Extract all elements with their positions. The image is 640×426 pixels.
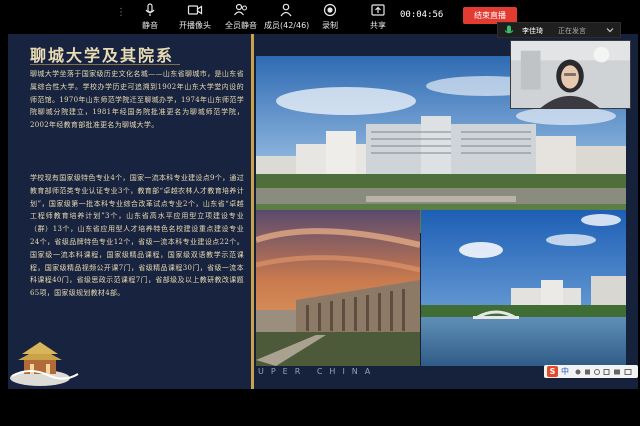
pavilion-decoration-icon [10,342,79,386]
camera-label: 开播像头 [179,21,211,30]
ime-toolbar[interactable]: S 中 [544,365,638,378]
participant-video[interactable] [510,40,631,109]
meeting-timer: 00:04:56 [400,10,444,20]
record-button[interactable]: 录制 [318,2,342,32]
slide-text-panel: 聊城大学及其院系 聊城大学坐落于国家级历史文化名城——山东省聊城市，是山东省属综… [8,34,254,389]
mute-all-button[interactable]: 全员静音 [224,2,258,32]
slide-paragraph-history: 聊城大学坐落于国家级历史文化名城——山东省聊城市，是山东省属综合性大学。学校办学… [30,70,244,130]
campus-sunset-photo [256,210,420,366]
meeting-window: ⋮ 静音 开播像头 全员静音 成员(42/46) 录制 共享 00:04:56 … [0,0,640,426]
share-icon [371,4,385,16]
campus-lake-photo [421,210,626,366]
speaker-name: 李佳琦 [522,27,543,35]
members-icon [280,3,292,17]
users-mute-icon [234,3,247,16]
members-label: 成员(42/46) [264,21,310,30]
ime-tools-icon[interactable] [574,368,636,376]
chevron-down-icon[interactable] [605,25,615,35]
speaking-microphone-icon [504,25,514,34]
slide-paragraph-programs: 学校现有国家级特色专业4个，国家一流本科专业建设点9个，通过教育部师范类专业认证… [30,174,244,298]
active-speaker-bar[interactable]: 李佳琦 正在发言 [497,22,621,38]
slide-title: 聊城大学及其院系 [30,46,175,65]
record-label: 录制 [322,21,338,30]
members-button[interactable]: 成员(42/46) [264,2,310,32]
drag-handle-icon[interactable]: ⋮ [116,8,126,23]
share-button[interactable]: 共享 [366,2,390,32]
mute-all-label: 全员静音 [225,21,257,30]
ime-logo: S [547,366,558,377]
slide-motto-text: UPER CHINA [258,367,378,376]
camera-icon [187,5,203,15]
share-label: 共享 [370,21,386,30]
microphone-icon [145,3,155,16]
record-icon [323,3,337,17]
ime-language-toggle[interactable]: 中 [561,366,569,377]
mute-label: 静音 [142,21,158,30]
mute-button[interactable]: 静音 [138,2,162,32]
title-divider [30,64,180,65]
camera-button[interactable]: 开播像头 [178,2,212,32]
speaker-status: 正在发言 [558,27,586,35]
